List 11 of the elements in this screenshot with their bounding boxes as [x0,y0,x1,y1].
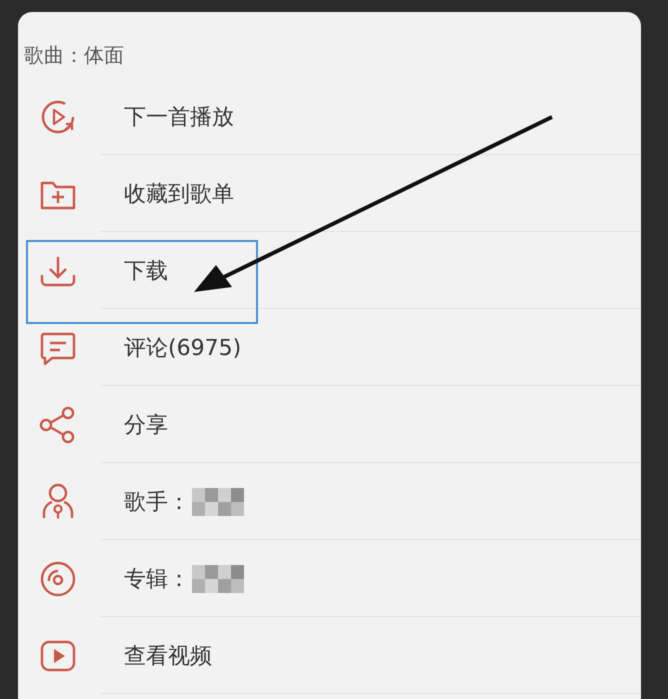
pixelated-patch [192,488,244,516]
menu-item[interactable]: 评论(6975) [18,309,641,386]
menu-item[interactable]: 分享 [18,386,641,463]
sheet-title: 歌曲：体面 [24,42,124,69]
menu-item[interactable]: 收藏到歌单 [18,155,641,232]
menu-item[interactable]: 歌手： [18,463,641,540]
menu-item[interactable]: 查看视频 [18,617,641,694]
menu-item[interactable]: 专辑： [18,540,641,617]
menu-item[interactable]: 下一首播放 [18,78,641,155]
menu-item[interactable]: 下载 [18,232,641,309]
pixelated-patch [192,564,244,592]
